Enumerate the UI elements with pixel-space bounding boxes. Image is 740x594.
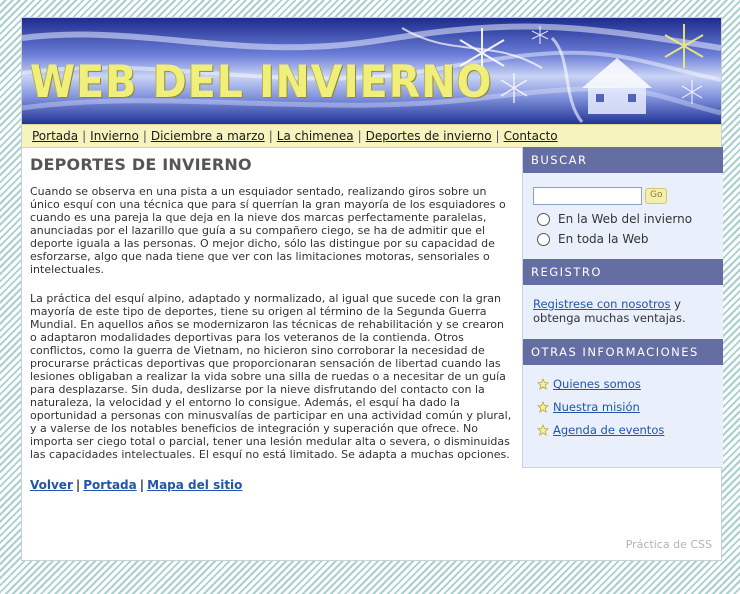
list-item: Nuestra misión: [537, 400, 713, 414]
nav-link-invierno[interactable]: Invierno: [90, 129, 139, 143]
search-section-heading: BUSCAR: [523, 147, 723, 173]
page-container: WEB DEL INVIERNO Portada | Invierno | Diciem…: [21, 17, 723, 561]
list-item: Agenda de eventos: [537, 423, 713, 437]
star-icon: [537, 401, 549, 413]
nav-link-diciembre-a-marzo[interactable]: Diciembre a marzo: [151, 129, 265, 143]
bottom-links: Volver | Portada | Mapa del sitio: [30, 478, 243, 492]
site-title: WEB DEL INVIERNO: [30, 56, 493, 108]
house-icon: [582, 58, 652, 114]
registro-section-heading: REGISTRO: [523, 259, 723, 285]
registro-text: Registrese con nosotros y obtenga muchas…: [523, 285, 723, 339]
footer-note: Práctica de CSS: [625, 538, 712, 551]
nav-link-deportes-de-invierno[interactable]: Deportes de invierno: [366, 129, 492, 143]
radio-web-invierno[interactable]: [537, 212, 550, 226]
nav-link-la-chimenea[interactable]: La chimenea: [277, 129, 354, 143]
list-item: Quienes somos: [537, 377, 713, 391]
otras-informaciones-heading: OTRAS INFORMACIONES: [523, 339, 723, 365]
nav-link-contacto[interactable]: Contacto: [504, 129, 558, 143]
mapa-del-sitio-link[interactable]: Mapa del sitio: [147, 478, 242, 492]
article-paragraph: Cuando se observa en una pista a un esqu…: [30, 185, 506, 276]
radio-label-web-invierno: En la Web del invierno: [558, 212, 693, 226]
quienes-somos-link[interactable]: Quienes somos: [553, 377, 641, 391]
star-icon: [537, 424, 549, 436]
sidebar: BUSCAR Go En la Web del invierno En toda…: [522, 147, 723, 468]
volver-link[interactable]: Volver: [30, 478, 73, 492]
radio-label-toda-la-web: En toda la Web: [558, 232, 649, 246]
star-icon: [537, 378, 549, 390]
search-form: Go En la Web del invierno En toda la Web: [523, 173, 723, 252]
main-content: DEPORTES DE INVIERNO Cuando se observa e…: [30, 148, 512, 492]
main-navigation: Portada | Invierno | Diciembre a marzo | La ch…: [22, 124, 721, 148]
search-input[interactable]: [533, 187, 642, 205]
snowflake-icon: [500, 73, 528, 103]
info-links-list: Quienes somos Nuestra misión Agenda de e…: [523, 365, 723, 437]
go-button[interactable]: Go: [645, 188, 668, 204]
portada-link[interactable]: Portada: [83, 478, 136, 492]
article-paragraph: La práctica del esquí alpino, adaptado y…: [30, 292, 512, 461]
site-banner: WEB DEL INVIERNO: [22, 18, 721, 124]
agenda-de-eventos-link[interactable]: Agenda de eventos: [553, 423, 664, 437]
radio-toda-la-web[interactable]: [537, 232, 550, 246]
registrese-link[interactable]: Registrese con nosotros: [533, 297, 670, 311]
nav-link-portada[interactable]: Portada: [32, 129, 78, 143]
page-heading: DEPORTES DE INVIERNO: [30, 155, 252, 174]
nuestra-mision-link[interactable]: Nuestra misión: [553, 400, 640, 414]
